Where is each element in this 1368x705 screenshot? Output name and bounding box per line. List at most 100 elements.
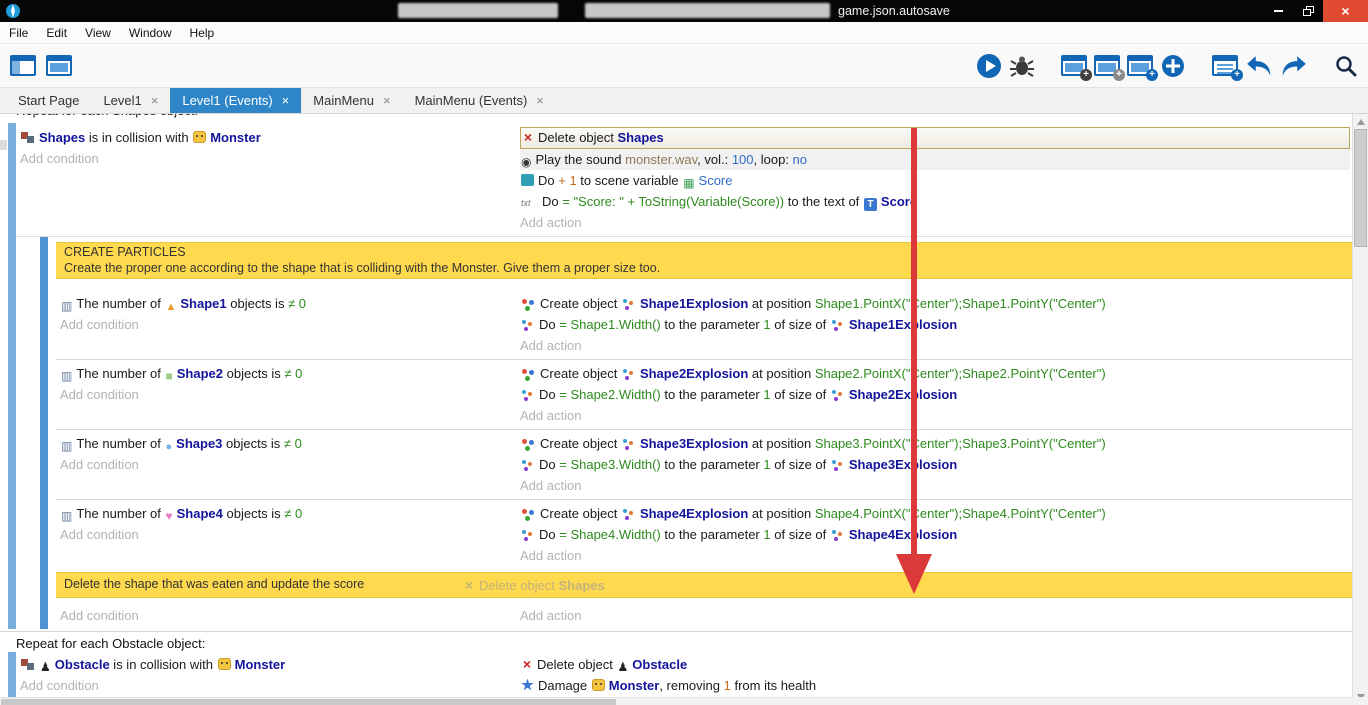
- particles-icon: [831, 528, 845, 541]
- window-title: game.json.autosave: [838, 4, 950, 18]
- vertical-scrollbar-thumb[interactable]: [1354, 129, 1367, 247]
- action-line[interactable]: txtDo = "Score: " + ToString(Variable(Sc…: [520, 191, 1352, 212]
- play-scene-button[interactable]: [976, 53, 1002, 79]
- subevents-group: CREATE PARTICLES Create the proper one a…: [40, 237, 1352, 629]
- action-line[interactable]: Do = Shape4.Width() to the parameter 1 o…: [520, 524, 1352, 545]
- menu-edit[interactable]: Edit: [37, 22, 76, 44]
- tab-label: MainMenu: [313, 93, 374, 108]
- tab-level1-events[interactable]: Level1 (Events) ×: [170, 88, 301, 113]
- subevent-shape1[interactable]: ▥The number of ▲Shape1 objects is ≠ 0 Ad…: [56, 290, 1352, 359]
- event-repeat-shapes[interactable]: Shapes is in collision with Monster Add …: [0, 123, 1352, 629]
- tab-close-icon[interactable]: ×: [383, 93, 391, 108]
- add-action-link[interactable]: Add action: [520, 475, 1352, 496]
- subevent-delete-shape[interactable]: Add condition Add action: [56, 600, 1352, 629]
- horizontal-scrollbar-thumb[interactable]: [1, 699, 616, 705]
- menu-window[interactable]: Window: [120, 22, 181, 44]
- add-condition-link[interactable]: Add condition: [20, 675, 516, 696]
- action-line[interactable]: Do = Shape1.Width() to the parameter 1 o…: [520, 314, 1352, 335]
- condition-line[interactable]: ▥The number of ▲Shape1 objects is ≠ 0: [60, 293, 516, 314]
- count-icon: ▥: [61, 510, 72, 522]
- tab-mainmenu-events[interactable]: MainMenu (Events) ×: [403, 88, 556, 113]
- tab-close-icon[interactable]: ×: [151, 93, 159, 108]
- add-action-link[interactable]: Add action: [520, 605, 1352, 626]
- tab-close-icon[interactable]: ×: [536, 93, 544, 108]
- event-repeat-obstacle-header[interactable]: Repeat for each Obstacle object:: [0, 631, 1352, 652]
- titlebar: game.json.autosave ×: [0, 0, 1368, 22]
- tab-label: Level1 (Events): [182, 93, 272, 108]
- debug-button[interactable]: [1009, 53, 1035, 79]
- event-indent-bar: [8, 652, 16, 698]
- add-action-link[interactable]: Add action: [520, 212, 1352, 233]
- tab-mainmenu[interactable]: MainMenu ×: [301, 88, 402, 113]
- add-condition-link[interactable]: Add condition: [60, 454, 516, 475]
- start-page-button[interactable]: [46, 55, 72, 76]
- condition-line[interactable]: Shapes is in collision with Monster: [20, 127, 516, 148]
- action-line[interactable]: ◉Play the sound monster.wav, vol.: 100, …: [520, 149, 1350, 170]
- condition-line[interactable]: ▥The number of ■Shape2 objects is ≠ 0: [60, 363, 516, 384]
- horizontal-scrollbar[interactable]: [0, 697, 1352, 705]
- condition-line[interactable]: ▥The number of ♥Shape4 objects is ≠ 0: [60, 503, 516, 524]
- comment-block[interactable]: Delete the shape that was eaten and upda…: [56, 572, 1352, 598]
- tab-start-page[interactable]: Start Page: [6, 88, 91, 113]
- action-line[interactable]: Do = Shape3.Width() to the parameter 1 o…: [520, 454, 1352, 475]
- minimize-button[interactable]: [1263, 0, 1293, 22]
- add-condition-link[interactable]: Add condition: [60, 314, 516, 335]
- objects-list-button[interactable]: [1212, 55, 1238, 76]
- tab-close-icon[interactable]: ×: [282, 93, 290, 108]
- add-external-events-button[interactable]: [1094, 55, 1120, 76]
- search-icon[interactable]: [1334, 54, 1358, 78]
- monster-icon: [193, 131, 206, 143]
- tab-label: MainMenu (Events): [415, 93, 528, 108]
- events-gutter: [0, 652, 8, 698]
- action-line[interactable]: Create object Shape3Explosion at positio…: [520, 433, 1352, 454]
- subevent-shape3[interactable]: ▥The number of ●Shape3 objects is ≠ 0 Ad…: [56, 429, 1352, 499]
- monster-icon: [218, 658, 231, 670]
- add-condition-link[interactable]: Add condition: [60, 605, 516, 626]
- delete-icon: ×: [521, 657, 533, 671]
- add-action-link[interactable]: Add action: [520, 545, 1352, 566]
- fold-marker[interactable]: [0, 140, 7, 150]
- action-line-selected[interactable]: ×Delete object Shapes: [520, 127, 1350, 149]
- subevent-shape4[interactable]: ▥The number of ♥Shape4 objects is ≠ 0 Ad…: [56, 499, 1352, 569]
- add-extension-button[interactable]: [1160, 53, 1186, 79]
- scroll-up-icon[interactable]: [1357, 119, 1365, 125]
- projects-manager-button[interactable]: [10, 55, 36, 76]
- action-line[interactable]: Damage Monster, removing 1 from its heal…: [520, 675, 1352, 696]
- tab-level1[interactable]: Level1×: [91, 88, 170, 113]
- menu-bar: File Edit View Window Help: [0, 22, 1368, 44]
- subevent-shape2[interactable]: ▥The number of ■Shape2 objects is ≠ 0 Ad…: [56, 359, 1352, 429]
- create-icon: [521, 297, 536, 310]
- add-condition-link[interactable]: Add condition: [60, 524, 516, 545]
- action-line[interactable]: Create object Shape2Explosion at positio…: [520, 363, 1352, 384]
- action-line[interactable]: Create object Shape1Explosion at positio…: [520, 293, 1352, 314]
- add-external-layout-button[interactable]: [1127, 55, 1153, 76]
- condition-line[interactable]: ♟Obstacle is in collision with Monster: [20, 654, 516, 675]
- condition-line[interactable]: ▥The number of ●Shape3 objects is ≠ 0: [60, 433, 516, 454]
- event-repeat-obstacle[interactable]: ♟Obstacle is in collision with Monster A…: [0, 652, 1352, 698]
- menu-file[interactable]: File: [0, 22, 37, 44]
- action-line[interactable]: Do + 1 to scene variable ▦Score: [520, 170, 1352, 191]
- redo-button[interactable]: [1280, 54, 1308, 78]
- menu-help[interactable]: Help: [181, 22, 224, 44]
- maximize-button[interactable]: [1293, 0, 1323, 22]
- action-line[interactable]: Do = Shape2.Width() to the parameter 1 o…: [520, 384, 1352, 405]
- comment-block[interactable]: CREATE PARTICLES Create the proper one a…: [56, 242, 1352, 279]
- add-scene-button[interactable]: [1061, 55, 1087, 76]
- action-line[interactable]: ×Delete object ♟Obstacle: [520, 654, 1352, 675]
- particles-icon: [521, 388, 535, 401]
- count-icon: ▥: [61, 300, 72, 312]
- vertical-scrollbar[interactable]: [1352, 114, 1368, 705]
- add-condition-link[interactable]: Add condition: [60, 384, 516, 405]
- add-action-link[interactable]: Add action: [520, 335, 1352, 356]
- add-condition-link[interactable]: Add condition: [20, 148, 516, 169]
- menu-view[interactable]: View: [76, 22, 120, 44]
- particles-icon: [622, 297, 636, 310]
- particles-icon: [521, 528, 535, 541]
- add-action-link[interactable]: Add action: [520, 405, 1352, 426]
- action-line[interactable]: Create object Shape4Explosion at positio…: [520, 503, 1352, 524]
- clipped-event-header: Repeat for each Shapes object:: [0, 114, 1352, 123]
- undo-button[interactable]: [1245, 54, 1273, 78]
- create-icon: [521, 507, 536, 520]
- comment-body: Create the proper one according to the s…: [64, 261, 1344, 277]
- close-button[interactable]: ×: [1323, 0, 1368, 22]
